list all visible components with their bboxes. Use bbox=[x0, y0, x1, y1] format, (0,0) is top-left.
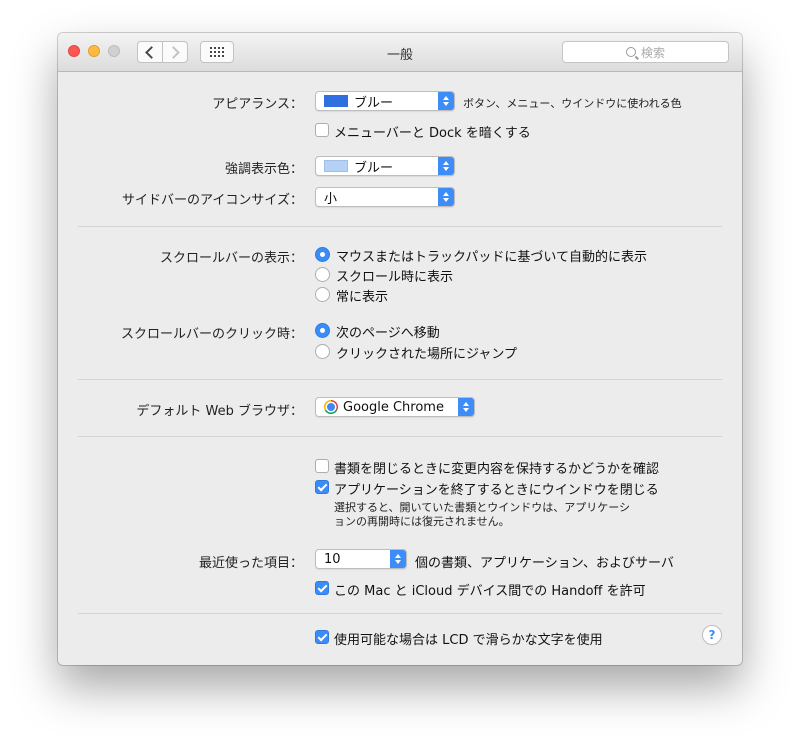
highlight-label: 強調表示色： bbox=[224, 162, 303, 177]
close-windows-note-1: 選択すると、開いていた書類とウインドウは、アプリケーシ bbox=[334, 501, 631, 514]
scroll-show-label: スクロールバーの表示： bbox=[159, 251, 303, 266]
dark-menu-checkbox[interactable] bbox=[315, 123, 329, 137]
dark-menu-label[interactable]: メニューバーと Dock を暗くする bbox=[334, 122, 531, 141]
separator bbox=[78, 436, 722, 437]
highlight-value: ブルー bbox=[354, 160, 394, 176]
scroll-click-label: スクロールバーのクリック時： bbox=[120, 327, 303, 342]
appearance-note: ボタン、メニュー、ウインドウに使われる色 bbox=[463, 97, 682, 110]
popup-arrows-icon bbox=[438, 157, 454, 175]
search-placeholder: 検索 bbox=[640, 45, 665, 60]
recent-items-label: 最近使った項目： bbox=[198, 556, 303, 571]
appearance-label: アピアランス： bbox=[212, 97, 303, 112]
separator bbox=[78, 613, 722, 614]
browser-label: デフォルト Web ブラウザ： bbox=[136, 404, 303, 419]
scroll-click-jump-label[interactable]: クリックされた場所にジャンプ bbox=[336, 343, 517, 362]
browser-value: Google Chrome bbox=[343, 399, 444, 415]
recent-items-suffix: 個の書類、アプリケーション、およびサーバ bbox=[415, 556, 674, 571]
highlight-popup[interactable]: ブルー bbox=[315, 156, 455, 176]
sidebar-icon-popup[interactable]: 小 bbox=[315, 187, 455, 207]
chrome-icon bbox=[324, 400, 338, 414]
search-field[interactable]: 検索 bbox=[562, 41, 729, 63]
separator bbox=[78, 226, 722, 227]
title-bar: 一般 検索 bbox=[58, 33, 742, 72]
scroll-show-always-label[interactable]: 常に表示 bbox=[336, 286, 388, 305]
sidebar-icon-label: サイドバーのアイコンサイズ： bbox=[122, 193, 303, 208]
popup-arrows-icon bbox=[458, 398, 474, 416]
recent-items-value: 10 bbox=[324, 551, 341, 567]
handoff-checkbox[interactable] bbox=[315, 581, 329, 595]
close-windows-checkbox[interactable] bbox=[315, 480, 329, 494]
popup-arrows-icon bbox=[390, 550, 406, 568]
highlight-swatch bbox=[324, 160, 348, 172]
lcd-smoothing-checkbox[interactable] bbox=[315, 630, 329, 644]
scroll-show-scrolling-label[interactable]: スクロール時に表示 bbox=[336, 266, 453, 285]
handoff-label[interactable]: この Mac と iCloud デバイス間での Handoff を許可 bbox=[334, 580, 646, 599]
sidebar-icon-value: 小 bbox=[324, 191, 338, 207]
appearance-swatch bbox=[324, 95, 348, 107]
scroll-show-scrolling-radio[interactable] bbox=[315, 267, 330, 282]
search-icon bbox=[625, 47, 636, 57]
popup-arrows-icon bbox=[438, 92, 454, 110]
close-windows-label[interactable]: アプリケーションを終了するときにウインドウを閉じる bbox=[334, 479, 659, 498]
popup-arrows-icon bbox=[438, 188, 454, 206]
scroll-click-next-page-radio[interactable] bbox=[315, 323, 330, 338]
scroll-show-auto-label[interactable]: マウスまたはトラックパッドに基づいて自動的に表示 bbox=[336, 246, 647, 265]
scroll-click-next-page-label[interactable]: 次のページへ移動 bbox=[336, 322, 440, 341]
scroll-click-jump-radio[interactable] bbox=[315, 344, 330, 359]
lcd-smoothing-label[interactable]: 使用可能な場合は LCD で滑らかな文字を使用 bbox=[334, 629, 603, 648]
ask-keep-changes-checkbox[interactable] bbox=[315, 459, 329, 473]
help-button[interactable]: ? bbox=[702, 625, 722, 645]
scroll-show-always-radio[interactable] bbox=[315, 287, 330, 302]
scroll-show-auto-radio[interactable] bbox=[315, 247, 330, 262]
separator bbox=[78, 379, 722, 380]
browser-popup[interactable]: Google Chrome bbox=[315, 397, 475, 417]
ask-keep-changes-label[interactable]: 書類を閉じるときに変更内容を保持するかどうかを確認 bbox=[334, 458, 659, 477]
close-windows-note-2: ョンの再開時には復元されません。 bbox=[334, 515, 510, 528]
preferences-window: 一般 検索 アピアランス： ブルー ボタン、メニュー、ウインドウに使われる色 メ… bbox=[58, 33, 742, 665]
appearance-value: ブルー bbox=[354, 95, 394, 111]
appearance-popup[interactable]: ブルー bbox=[315, 91, 455, 111]
recent-items-popup[interactable]: 10 bbox=[315, 549, 407, 569]
